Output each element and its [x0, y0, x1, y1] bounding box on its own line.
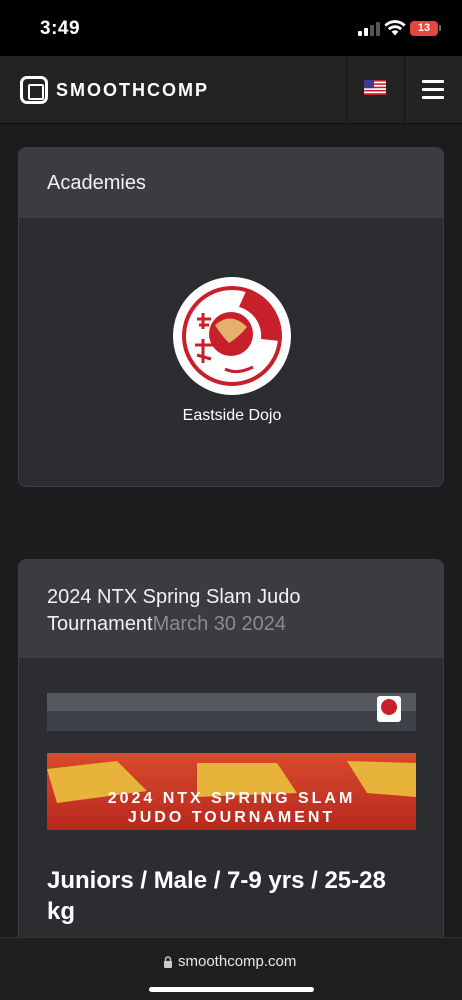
- wifi-icon: [384, 20, 406, 36]
- banner-line-2: JUDO TOURNAMENT: [128, 809, 335, 826]
- browser-url-bar[interactable]: smoothcomp.com: [0, 937, 462, 1000]
- banner-line-1: 2024 NTX SPRING SLAM: [108, 790, 356, 807]
- brand-name[interactable]: SMOOTHCOMP: [56, 80, 209, 101]
- battery-tip: [439, 25, 441, 31]
- battery-level: 13: [417, 22, 431, 34]
- battery-icon: 13: [410, 21, 438, 36]
- status-time: 3:49: [40, 18, 81, 39]
- event-banner-image[interactable]: 2024 NTX SPRING SLAM JUDO TOURNAMENT: [47, 693, 416, 830]
- us-flag-icon[interactable]: [364, 80, 386, 95]
- event-card: 2024 NTX Spring Slam Judo TournamentMarc…: [18, 559, 444, 959]
- nav-divider: [346, 56, 347, 124]
- top-navbar: SMOOTHCOMP: [0, 56, 462, 124]
- academies-card: Academies Eastside Dojo: [18, 147, 444, 487]
- cellular-signal-icon: [358, 22, 380, 36]
- academies-card-header: Academies: [19, 148, 443, 219]
- event-date: March 30 2024: [152, 613, 287, 635]
- smoothcomp-logo-icon[interactable]: [20, 76, 48, 104]
- eastside-dojo-logo[interactable]: [173, 277, 291, 395]
- url-text[interactable]: smoothcomp.com: [178, 953, 296, 970]
- division-title: Juniors / Male / 7-9 yrs / 25-28 kg: [47, 867, 386, 925]
- dojo-logo-graphic: [182, 286, 282, 386]
- nav-divider: [404, 56, 405, 124]
- event-title-line[interactable]: 2024 NTX Spring Slam Judo TournamentMarc…: [47, 584, 415, 638]
- status-bar: 3:49 13: [0, 0, 462, 56]
- hamburger-menu-button[interactable]: [422, 80, 444, 99]
- event-card-header: 2024 NTX Spring Slam Judo TournamentMarc…: [19, 560, 443, 659]
- academies-title: Academies: [47, 172, 146, 194]
- academy-name[interactable]: Eastside Dojo: [19, 407, 443, 425]
- home-indicator[interactable]: [149, 987, 314, 992]
- lock-icon: [164, 956, 172, 968]
